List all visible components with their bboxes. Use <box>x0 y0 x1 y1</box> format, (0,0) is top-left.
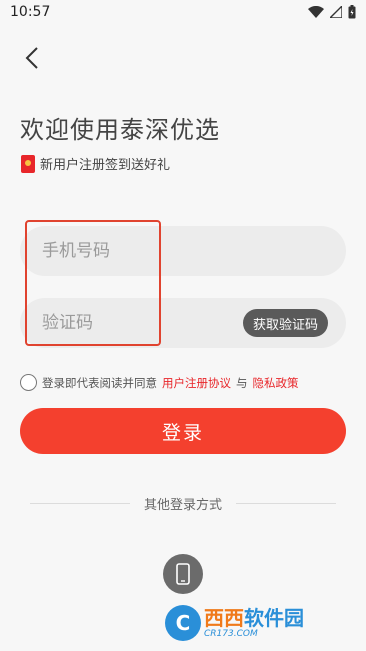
chevron-left-icon <box>25 47 38 69</box>
status-bar: 10:57 <box>0 0 366 24</box>
agreement-row: 登录即代表阅读并同意 用户注册协议与隐私政策 <box>20 374 299 391</box>
get-code-button[interactable]: 获取验证码 <box>242 309 328 337</box>
user-agreement-link[interactable]: 用户注册协议 <box>162 375 231 391</box>
privacy-policy-link[interactable]: 隐私政策 <box>253 375 299 391</box>
page-title: 欢迎使用泰深优选 <box>20 116 220 144</box>
signal-icon <box>330 6 342 18</box>
watermark-logo-mark: C <box>165 605 201 641</box>
agreement-prefix: 登录即代表阅读并同意 <box>42 375 157 390</box>
watermark-name-part1: 西西 <box>204 605 244 630</box>
agreement-checkbox[interactable] <box>20 374 37 391</box>
promo-text: 新用户注册签到送好礼 <box>40 158 171 173</box>
divider-line-left <box>30 503 130 504</box>
mobile-phone-icon <box>176 563 190 585</box>
other-login-divider: 其他登录方式 <box>30 494 337 513</box>
watermark-text: 西西软件园 CR173.COM <box>204 608 304 639</box>
divider-line-right <box>236 503 337 504</box>
status-icons <box>308 5 356 19</box>
code-field-container: 获取验证码 <box>20 298 346 348</box>
phone-field-container <box>20 226 346 276</box>
login-button[interactable]: 登录 <box>20 408 346 454</box>
watermark-name-part2: 软件园 <box>244 605 304 630</box>
watermark-name: 西西软件园 <box>204 608 304 628</box>
status-time: 10:57 <box>10 4 51 20</box>
battery-icon <box>348 5 356 19</box>
watermark-site: CR173.COM <box>204 628 258 639</box>
wifi-icon <box>308 6 324 18</box>
phone-input[interactable] <box>42 241 324 261</box>
phone-login-button[interactable] <box>163 554 203 594</box>
other-login-label: 其他登录方式 <box>144 498 223 513</box>
promo-line: 新用户注册签到送好礼 <box>21 154 170 173</box>
agreement-and: 与 <box>236 375 248 390</box>
back-button[interactable] <box>18 44 46 72</box>
red-packet-icon <box>21 154 35 173</box>
watermark-logo: C 西西软件园 CR173.COM <box>165 603 350 643</box>
